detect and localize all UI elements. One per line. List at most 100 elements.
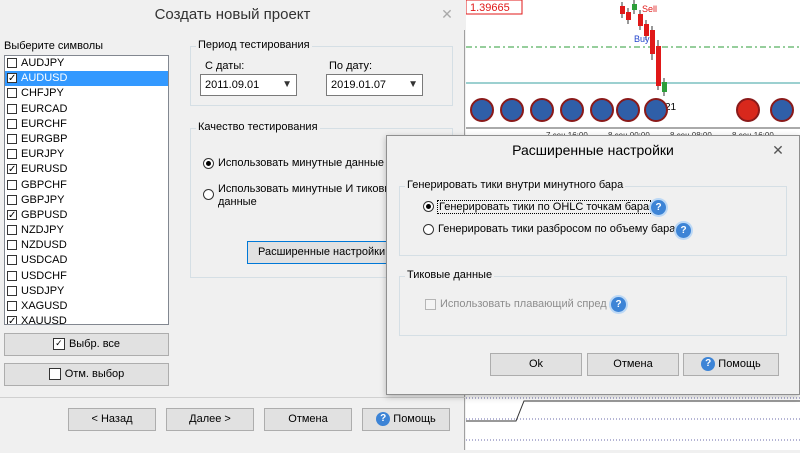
list-item[interactable]: EURCAD [5,102,168,117]
from-date-value: 2011.09.01 [205,79,260,91]
symbol-checkbox[interactable] [7,58,17,68]
advanced-help-button[interactable]: ? Помощь [683,353,779,376]
symbol-checkbox[interactable]: ✓ [7,209,17,220]
advanced-settings-button[interactable]: Расширенные настройки [247,241,387,264]
ohlc-ticks-label: Генерировать тики по OHLC точкам бара [437,200,652,214]
symbol-checkbox[interactable] [7,270,17,281]
close-button[interactable]: ✕ [432,4,462,24]
help-button[interactable]: ? Помощь [362,408,450,431]
list-item[interactable]: NZDUSD [5,238,168,253]
floating-spread-checkbox[interactable] [425,299,436,310]
symbol-checkbox[interactable] [7,301,17,311]
ohlc-ticks-radio[interactable] [423,201,434,212]
globe-icon [500,98,524,122]
tick-generation-group [399,186,787,256]
symbol-checkbox[interactable]: ✓ [7,73,17,84]
indicator-line [466,400,800,422]
symbol-checkbox[interactable] [7,118,17,129]
symbol-label: EURCHF [21,117,67,130]
symbol-checkbox[interactable]: ✓ [7,316,17,324]
minute-tick-data-radio[interactable] [203,189,214,200]
advanced-cancel-button[interactable]: Отмена [587,353,679,376]
symbol-checkbox[interactable] [7,88,17,99]
chevron-down-icon: ▼ [408,79,418,90]
footer-divider [0,397,465,398]
list-item[interactable]: GBPJPY [5,193,168,208]
list-item[interactable]: ✓ XAUUSD [5,314,168,325]
list-item[interactable]: USDJPY [5,284,168,299]
back-label: < Назад [91,413,133,425]
symbol-checkbox[interactable] [7,255,17,266]
help-icon: ? [701,357,716,372]
symbol-checkbox[interactable] [7,103,17,114]
symbol-label: XAUUSD [21,315,67,325]
list-item[interactable]: ✓ GBPUSD [5,208,168,223]
close-icon: ✕ [441,6,453,22]
period-title: Период тестирования [196,39,312,51]
symbol-label: EURUSD [21,163,68,176]
advanced-cancel-label: Отмена [613,358,653,370]
symbol-checkbox[interactable]: ✓ [7,164,17,175]
deselect-button[interactable]: Отм. выбор [4,363,169,386]
volume-ticks-radio[interactable] [423,224,434,235]
symbol-label: XAGUSD [21,300,68,312]
back-button[interactable]: < Назад [68,408,156,431]
symbol-checkbox[interactable] [7,149,17,160]
volume-ticks-label: Генерировать тики разбросом по объему ба… [438,223,676,235]
symbol-label: GBPJPY [21,193,65,206]
globe-icon [770,98,794,122]
check-all-icon: ✓ [52,338,65,351]
ok-label: Ok [528,358,544,370]
symbol-checkbox[interactable] [7,285,17,296]
list-item[interactable]: EURGBP [5,132,168,147]
symbol-label: CHFJPY [21,87,64,100]
list-item[interactable]: EURJPY [5,147,168,162]
list-item[interactable]: AUDJPY [5,56,168,71]
ok-button[interactable]: Ok [490,353,582,376]
help-icon[interactable]: ? [611,297,626,312]
list-item[interactable]: ✓ AUDUSD [5,71,168,87]
select-all-button[interactable]: ✓ Выбр. все [4,333,169,356]
symbol-label: GBPUSD [21,208,68,221]
list-item[interactable]: CHFJPY [5,86,168,101]
to-date-select[interactable]: 2019.01.07 ▼ [326,74,423,96]
candle-body [620,6,625,14]
list-item[interactable]: NZDJPY [5,223,168,238]
help-icon[interactable]: ? [651,200,666,215]
list-item[interactable]: EURCHF [5,117,168,132]
list-item[interactable]: XAGUSD [5,299,168,314]
chevron-down-icon: ▼ [282,79,292,90]
advanced-close-button[interactable]: ✕ [763,140,793,160]
advanced-title: Расширенные настройки [512,142,674,158]
advanced-settings-dialog: Расширенные настройки ✕ Генерировать тик… [386,135,800,395]
globe-icon [616,98,640,122]
symbol-checkbox[interactable] [7,194,17,205]
symbol-checkbox[interactable] [7,240,17,251]
uncheck-all-icon [48,368,61,381]
cancel-button[interactable]: Отмена [264,408,352,431]
minute-tick-data-label-1: Использовать минутные И тиковые [218,183,399,195]
symbol-checkbox[interactable] [7,179,17,190]
list-item[interactable]: USDCHF [5,269,168,284]
close-icon: ✕ [772,142,784,158]
minute-data-radio[interactable] [203,158,214,169]
candle-body [638,14,643,26]
candles-group [620,0,667,96]
floating-spread-label: Использовать плавающий спред [440,298,607,310]
candle-body [656,46,661,86]
tick-generation-title: Генерировать тики внутри минутного бара [405,179,626,191]
next-button[interactable]: Далее > [166,408,254,431]
globe-icon [644,98,668,122]
lower-grid [466,397,800,441]
symbols-listbox[interactable]: AUDJPY ✓ AUDUSD CHFJPY EURCAD EURCHF EURGBP EUR… [4,55,169,325]
select-all-label: Выбр. все [68,338,121,350]
list-item[interactable]: GBPCHF [5,178,168,193]
symbol-checkbox[interactable] [7,225,17,236]
list-item[interactable]: USDCAD [5,253,168,268]
list-item[interactable]: ✓ EURUSD [5,162,168,177]
help-icon[interactable]: ? [676,223,691,238]
minute-tick-data-label-2: данные [218,196,257,208]
symbol-label: AUDUSD [21,72,68,85]
symbol-checkbox[interactable] [7,133,17,144]
from-date-select[interactable]: 2011.09.01 ▼ [200,74,297,96]
